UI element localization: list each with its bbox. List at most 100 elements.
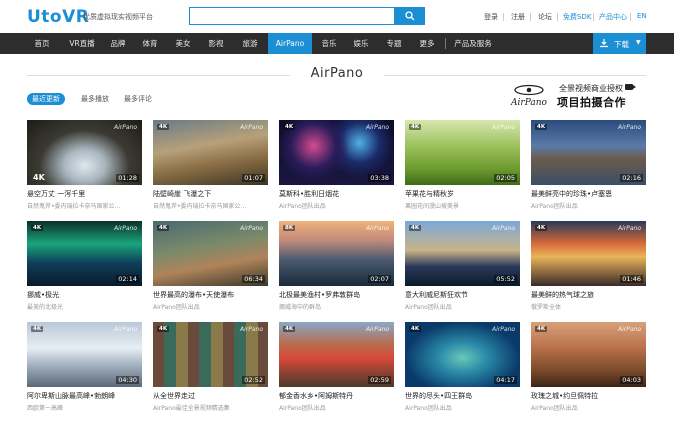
forum-link[interactable]: 论坛	[538, 12, 552, 22]
nav-entertainment[interactable]: 娱乐	[349, 33, 373, 54]
video-title[interactable]: 世界最高的瀑布•天使瀑布	[153, 290, 268, 300]
resolution-badge: 4K	[535, 326, 548, 332]
video-card[interactable]: 4K AirPano 02:59 郁金香水乡•阿姆斯特丹 AirPano团队出品	[279, 322, 394, 412]
airpano-watermark: AirPano	[113, 225, 137, 232]
video-thumbnail[interactable]: 4K AirPano 04:17	[405, 322, 520, 387]
nav-more[interactable]: 更多	[415, 33, 439, 54]
login-link[interactable]: 登录	[484, 12, 498, 22]
video-card[interactable]: 4K AirPano 04:30 阿尔卑斯山脉最高峰•勃朗峰 西欧第一高峰	[27, 322, 142, 412]
video-card[interactable]: 4K AirPano 02:52 从全世界走过 AirPano最佳全景视频精选集	[153, 322, 268, 412]
video-card[interactable]: 4K AirPano 01:07 陆壁崎崖 飞瀑之下 自然鬼斧•委内瑞拉卡奈马国家公..…	[153, 120, 268, 210]
nav-airpano[interactable]: AirPano	[268, 33, 312, 54]
tab-most-comments[interactable]: 最多评论	[124, 93, 152, 105]
video-card[interactable]: 4K AirPano 01:46 最美鲜的热气球之旅 俄罗斯全体	[531, 221, 646, 311]
resolution-badge: 4K	[283, 124, 296, 130]
video-title[interactable]: 莫斯科•胜利日烟花	[279, 189, 394, 199]
video-card[interactable]: 4K AirPano 01:28 悬空万丈 一泻千里 自然鬼斧•委内瑞拉卡奈马国家公..…	[27, 120, 142, 210]
nav-vr-live[interactable]: VR直播	[66, 33, 98, 54]
video-title[interactable]: 挪威•极光	[27, 290, 142, 300]
video-title[interactable]: 世界的尽头•四王群岛	[405, 391, 520, 401]
video-title[interactable]: 陆壁崎崖 飞瀑之下	[153, 189, 268, 199]
video-thumbnail[interactable]: 4K AirPano 02:59	[279, 322, 394, 387]
nav-sports[interactable]: 体育	[138, 33, 162, 54]
nav-brand[interactable]: 品牌	[106, 33, 130, 54]
nav-beauty[interactable]: 美女	[171, 33, 195, 54]
video-thumbnail[interactable]: 8K AirPano 02:07	[279, 221, 394, 286]
register-link[interactable]: 注册	[511, 12, 525, 22]
tab-most-played[interactable]: 最多播放	[81, 93, 109, 105]
airpano-watermark: AirPano	[365, 326, 389, 333]
nav-film[interactable]: 影视	[204, 33, 228, 54]
video-thumbnail[interactable]: 4K AirPano 04:03	[531, 322, 646, 387]
video-card[interactable]: 4K AirPano 02:05 苹果花与精秋岁 果园花间漫山坡美景	[405, 120, 520, 210]
video-thumbnail[interactable]: 4K AirPano 01:46	[531, 221, 646, 286]
video-title[interactable]: 悬空万丈 一泻千里	[27, 189, 142, 199]
video-card[interactable]: 8K AirPano 02:07 北极最美渔村•罗弗敦群岛 挪威海中的群岛	[279, 221, 394, 311]
sdk-link[interactable]: 免费SDK	[563, 12, 591, 22]
video-subtitle: 俄罗斯全体	[531, 304, 562, 311]
resolution-badge: 4K	[157, 225, 170, 231]
video-thumbnail[interactable]: 4K AirPano 02:14	[27, 221, 142, 286]
nav-home[interactable]: 首页	[27, 33, 57, 54]
video-card[interactable]: 4K AirPano 04:17 世界的尽头•四王群岛 AirPano团队出品	[405, 322, 520, 412]
video-card[interactable]: 4K AirPano 02:14 挪威•极光 最美的北极光	[27, 221, 142, 311]
video-title[interactable]: 苹果花与精秋岁	[405, 189, 520, 199]
video-duration: 06:34	[242, 275, 265, 283]
video-card[interactable]: 4K AirPano 03:38 莫斯科•胜利日烟花 AirPano团队出品	[279, 120, 394, 210]
nav-topics[interactable]: 专题	[382, 33, 406, 54]
video-subtitle: AirPano团队出品	[405, 304, 452, 311]
video-subtitle: AirPano团队出品	[279, 405, 326, 412]
video-title[interactable]: 意大利威尼斯狂欢节	[405, 290, 520, 300]
video-thumbnail[interactable]: 4K AirPano 06:34	[153, 221, 268, 286]
top-bar: UtoVR 优质虚拟现实视频平台 登录 注册 论坛 免费SDK 产品中心 EN	[0, 0, 674, 33]
video-card[interactable]: 4K AirPano 05:52 意大利威尼斯狂欢节 AirPano团队出品	[405, 221, 520, 311]
video-title[interactable]: 最美鲜的热气球之旅	[531, 290, 646, 300]
video-thumbnail[interactable]: 4K AirPano 05:52	[405, 221, 520, 286]
video-thumbnail[interactable]: 4K AirPano 02:52	[153, 322, 268, 387]
lang-link[interactable]: EN	[637, 12, 647, 20]
video-thumbnail[interactable]: 4K AirPano 04:30	[27, 322, 142, 387]
video-card[interactable]: 4K AirPano 04:03 玫瑰之城•约旦佩特拉 AirPano团队出品	[531, 322, 646, 412]
video-thumbnail[interactable]: 4K AirPano 01:28	[27, 120, 142, 185]
video-title[interactable]: 玫瑰之城•约旦佩特拉	[531, 391, 646, 401]
video-card[interactable]: 4K AirPano 06:34 世界最高的瀑布•天使瀑布 AirPano团队出品	[153, 221, 268, 311]
banner-cooperation-text[interactable]: 项目拍摄合作	[557, 94, 626, 110]
main-nav: 首页 VR直播 品牌 体育 美女 影视 旅游 AirPano 音乐 娱乐 专题 …	[0, 33, 674, 54]
video-thumbnail[interactable]: 4K AirPano 02:16	[531, 120, 646, 185]
airpano-watermark: AirPano	[239, 225, 263, 232]
download-icon	[600, 39, 608, 48]
video-subtitle: AirPano团队出品	[279, 203, 326, 210]
video-title[interactable]: 从全世界走过	[153, 391, 268, 401]
nav-products-services[interactable]: 产品及服务	[452, 33, 494, 54]
video-title[interactable]: 阿尔卑斯山脉最高峰•勃朗峰	[27, 391, 142, 401]
section-title: AirPano	[310, 66, 364, 81]
video-duration: 04:30	[116, 376, 139, 384]
nav-travel[interactable]: 旅游	[237, 33, 263, 54]
resolution-badge: 4K	[535, 124, 548, 130]
video-title[interactable]: 郁金香水乡•阿姆斯特丹	[279, 391, 394, 401]
video-title[interactable]: 最美鲜亮中的珍珠•卢塞恩	[531, 189, 646, 199]
video-thumbnail[interactable]: 4K AirPano 01:07	[153, 120, 268, 185]
tab-recent[interactable]: 最近更新	[27, 93, 65, 105]
airpano-watermark: AirPano	[617, 124, 641, 131]
nav-music[interactable]: 音乐	[317, 33, 341, 54]
video-duration: 01:07	[242, 174, 265, 182]
divider	[530, 13, 531, 21]
video-subtitle: 果园花间漫山坡美景	[405, 203, 460, 210]
video-thumbnail[interactable]: 4K AirPano 03:38	[279, 120, 394, 185]
video-thumbnail[interactable]: 4K AirPano 02:05	[405, 120, 520, 185]
products-link[interactable]: 产品中心	[599, 12, 627, 22]
resolution-badge: 4K	[409, 124, 422, 130]
airpano-watermark: AirPano	[491, 225, 515, 232]
resolution-badge: 4K	[157, 124, 170, 130]
download-button[interactable]: 下载 ▼	[593, 33, 646, 54]
camera-lens-icon	[633, 85, 636, 89]
video-title[interactable]: 北极最美渔村•罗弗敦群岛	[279, 290, 394, 300]
camera-icon	[625, 84, 633, 90]
video-duration: 02:14	[116, 275, 139, 283]
search-input[interactable]	[189, 7, 395, 25]
video-card[interactable]: 4K AirPano 02:16 最美鲜亮中的珍珠•卢塞恩 AirPano团队出品	[531, 120, 646, 210]
search-button[interactable]	[395, 7, 425, 25]
video-duration: 02:16	[620, 174, 643, 182]
site-logo[interactable]: UtoVR	[27, 7, 89, 27]
